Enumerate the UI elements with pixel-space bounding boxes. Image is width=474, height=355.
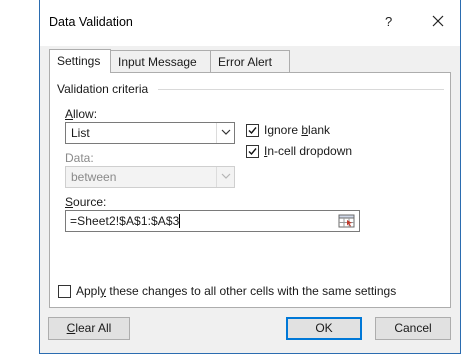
help-button[interactable]: ?	[385, 14, 399, 30]
clear-all-mnemonic: C	[66, 321, 76, 335]
title-bar: Data Validation ?	[40, 0, 460, 46]
tab-settings[interactable]: Settings	[49, 49, 111, 73]
ignore-blank-label-post: lank	[308, 123, 331, 137]
allow-label: Allow:	[65, 107, 97, 121]
close-icon[interactable]	[427, 10, 449, 32]
allow-label-mnemonic: A	[65, 107, 74, 121]
incell-dropdown-label[interactable]: In-cell dropdown	[264, 144, 352, 158]
data-dropdown: between	[65, 166, 235, 188]
allow-label-text: llow:	[73, 107, 98, 121]
allow-value: List	[71, 126, 90, 140]
data-value: between	[71, 170, 117, 184]
data-validation-dialog: Data Validation ? Settings Input Message…	[39, 0, 461, 354]
allow-dropdown[interactable]: List	[65, 122, 235, 144]
chevron-down-icon[interactable]	[216, 123, 234, 143]
source-label-mnemonic: S	[65, 195, 74, 209]
range-selector-icon[interactable]	[337, 212, 357, 230]
checkmark-icon	[248, 148, 257, 156]
group-divider	[158, 89, 444, 90]
text-caret	[179, 214, 180, 228]
chevron-down-icon	[216, 167, 234, 187]
dialog-title: Data Validation	[49, 15, 133, 29]
tab-input-message[interactable]: Input Message	[110, 50, 211, 72]
ignore-blank-checkbox[interactable]	[246, 124, 259, 137]
settings-panel: Validation criteria Allow: List Data: be…	[49, 72, 451, 308]
apply-all-label-post: these changes to all other cells with th…	[106, 284, 397, 298]
incell-dropdown-checkbox[interactable]	[246, 145, 259, 158]
ok-button[interactable]: OK	[286, 317, 362, 340]
source-value: =Sheet2!$A$1:$A$3	[70, 214, 180, 228]
apply-all-checkbox[interactable]	[58, 285, 71, 298]
source-label-text: ource:	[73, 195, 107, 209]
apply-all-label[interactable]: Apply these changes to all other cells w…	[76, 284, 396, 298]
clear-all-button[interactable]: Clear All	[48, 317, 130, 340]
apply-all-label-pre: Appl	[76, 284, 101, 298]
tab-error-alert[interactable]: Error Alert	[210, 50, 290, 72]
ignore-blank-label-pre: Ignore	[264, 123, 302, 137]
source-input[interactable]: =Sheet2!$A$1:$A$3	[65, 210, 360, 232]
ignore-blank-label[interactable]: Ignore blank	[264, 123, 330, 137]
checkmark-icon	[248, 127, 257, 135]
data-label: Data:	[65, 151, 94, 165]
cancel-button[interactable]: Cancel	[375, 317, 451, 340]
clear-all-text: lear All	[75, 321, 112, 335]
incell-dropdown-label-text: n-cell dropdown	[267, 144, 353, 158]
source-label: Source:	[65, 195, 106, 209]
validation-criteria-label: Validation criteria	[57, 82, 153, 96]
